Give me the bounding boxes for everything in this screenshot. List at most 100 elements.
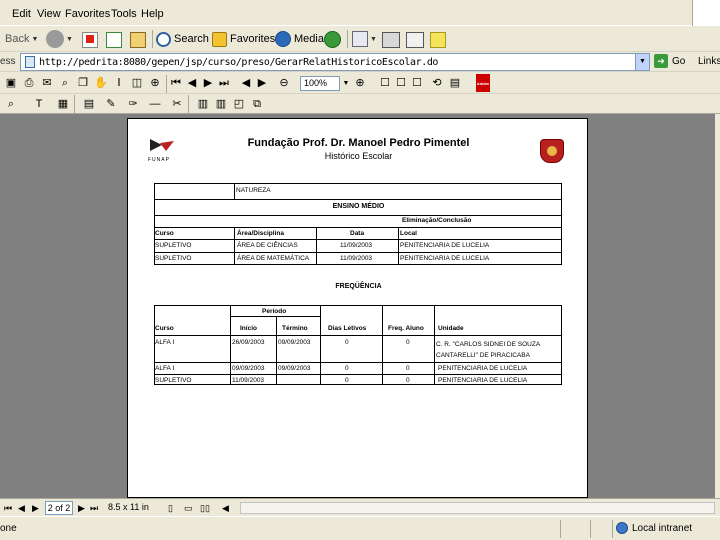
edit-button[interactable] — [406, 29, 424, 51]
horizontal-scrollbar[interactable] — [240, 502, 715, 514]
mail-icon — [352, 31, 368, 47]
hand-tool-icon[interactable]: ✋ — [94, 76, 108, 91]
table-cell: 0 — [406, 365, 410, 372]
zoom-in-icon[interactable]: ⊕ — [354, 76, 366, 91]
pdf-toolbar-row-2: ⌕ T ▦ ▤ ✎ ✑ — ✂ ▥ ▥ ◰ ⧉ — [0, 94, 720, 114]
mail-button[interactable]: ▼ — [352, 28, 377, 50]
media-globe-icon — [275, 31, 291, 47]
zoom-out-icon[interactable]: ⊖ — [278, 76, 290, 91]
search-button[interactable]: Search — [156, 28, 209, 50]
table-cell: PENITENCIARIA DE LUCELIA — [400, 242, 490, 249]
continuous-icon[interactable]: ▭ — [184, 502, 193, 514]
go-arrow-icon: ➜ — [654, 54, 668, 68]
table-cell: C. R. "CARLOS SIDNEI DE SOUZA CANTARELLI… — [436, 341, 540, 359]
facing-icon[interactable]: ▯▯ — [200, 502, 210, 514]
address-dropdown-button[interactable]: ▼ — [635, 54, 649, 70]
zoom-tool-icon[interactable]: ⌕ — [4, 97, 18, 112]
grid-icon[interactable]: ▥ — [196, 97, 210, 112]
pencil-tool-icon[interactable]: ✎ — [104, 97, 118, 112]
crop-icon[interactable]: ◰ — [232, 97, 246, 112]
media-button[interactable]: Media — [275, 28, 324, 50]
email-icon[interactable]: ✉ — [40, 76, 54, 91]
toolbar-separator — [188, 95, 189, 113]
menu-edit[interactable]: Edit — [12, 8, 31, 20]
table-rule — [154, 252, 562, 253]
table-cell: 09/09/2003 — [278, 339, 311, 346]
previous-page-icon[interactable]: ◀ — [18, 502, 25, 514]
note-tool-icon[interactable]: ▤ — [82, 97, 96, 112]
zoom-dropdown-icon[interactable]: ▼ — [341, 76, 351, 91]
line-tool-icon[interactable]: — — [148, 97, 162, 112]
table-cell: 0 — [345, 365, 349, 372]
menu-view[interactable]: View — [37, 8, 61, 20]
adobe-acrobat-icon[interactable]: Adobe — [476, 74, 490, 92]
actual-size-icon[interactable]: ☐ — [378, 76, 392, 91]
table-rule — [230, 316, 320, 317]
zoom-in-icon[interactable]: ⊕ — [148, 76, 162, 91]
home-button[interactable] — [130, 29, 146, 51]
go-button[interactable]: ➜ Go — [654, 54, 685, 68]
text-tool-icon[interactable]: T — [32, 97, 46, 112]
table-rule — [320, 305, 321, 385]
table-cell: 11/09/2003 — [340, 242, 373, 249]
table-rule — [398, 227, 399, 265]
snapshot-icon[interactable]: ◫ — [130, 76, 144, 91]
refresh-button[interactable] — [106, 29, 122, 51]
highlight-tool-icon[interactable]: ✑ — [126, 97, 140, 112]
stamp-tool-icon[interactable]: ✂ — [170, 97, 184, 112]
pages-view-icon[interactable]: ▤ — [448, 76, 462, 91]
links-button[interactable]: Links — [698, 56, 720, 67]
home-icon — [130, 32, 146, 48]
last-page-icon[interactable]: ⏭ — [90, 502, 98, 514]
menu-favorites[interactable]: Favorites — [65, 8, 110, 20]
toolbar-separator — [152, 30, 153, 48]
previous-page-icon[interactable]: ◀ — [186, 76, 198, 91]
rotate-icon[interactable]: ⟲ — [430, 76, 444, 91]
favorites-button[interactable]: Favorites — [212, 28, 275, 50]
copy-icon[interactable]: ❐ — [76, 76, 90, 91]
first-page-icon[interactable]: ⏮ — [4, 502, 12, 514]
next-page-icon[interactable]: ▶ — [78, 502, 85, 514]
go-back-view-icon[interactable]: ◀ — [240, 76, 252, 91]
sao-paulo-seal-icon — [540, 139, 564, 163]
stop-button[interactable] — [82, 29, 98, 51]
ruler-icon[interactable]: ▥ — [214, 97, 228, 112]
fit-page-icon[interactable]: ☐ — [394, 76, 408, 91]
table-cell: SUPLETIVO — [155, 242, 192, 249]
table-cell: ÁREA DE MATEMÁTICA — [237, 255, 310, 262]
menu-help[interactable]: Help — [141, 8, 164, 20]
notes-button[interactable] — [430, 29, 446, 51]
address-input[interactable]: http://pedrita:8080/gepen/jsp/curso/pres… — [20, 53, 650, 71]
text-select-icon[interactable]: Ⅰ — [112, 76, 126, 91]
table-select-icon[interactable]: ▦ — [56, 97, 70, 112]
table-cell: 26/09/2003 — [232, 339, 265, 346]
page-indicator[interactable]: 2 of 2 — [45, 501, 73, 515]
natureza-label: NATUREZA — [236, 187, 271, 194]
history-button[interactable] — [324, 28, 341, 50]
vertical-scrollbar[interactable] — [715, 114, 720, 498]
history-icon — [324, 30, 341, 48]
next-page-icon[interactable]: ▶ — [32, 502, 39, 514]
print-button[interactable] — [382, 29, 400, 51]
forward-button[interactable]: ▼ — [46, 28, 73, 50]
table-cell: PENITENCIARIA DE LUCELIA — [438, 377, 528, 384]
single-page-icon[interactable]: ▯ — [168, 502, 173, 514]
column-header-dias-letivos: Dias Letivos — [328, 325, 367, 332]
menu-tools[interactable]: Tools — [111, 8, 137, 20]
link-tool-icon[interactable]: ⧉ — [250, 97, 264, 112]
zoom-level-input[interactable]: 100% — [300, 76, 340, 91]
save-icon[interactable]: ▣ — [4, 76, 18, 91]
last-page-icon[interactable]: ⏭ — [218, 76, 230, 91]
search-icon[interactable]: ⌕ — [58, 76, 72, 91]
zone-label: Local intranet — [632, 522, 693, 534]
scroll-left-icon[interactable]: ◀ — [222, 502, 229, 514]
status-separator — [560, 520, 561, 538]
first-page-icon[interactable]: ⏮ — [170, 76, 182, 91]
next-page-icon[interactable]: ▶ — [202, 76, 214, 91]
chevron-down-icon: ▼ — [31, 35, 39, 43]
adobe-label: Adobe — [476, 81, 490, 86]
print-icon[interactable]: ⎙ — [22, 76, 36, 91]
go-forward-view-icon[interactable]: ▶ — [256, 76, 268, 91]
fit-width-icon[interactable]: ☐ — [410, 76, 424, 91]
back-button[interactable]: Back ▼ — [2, 28, 38, 50]
